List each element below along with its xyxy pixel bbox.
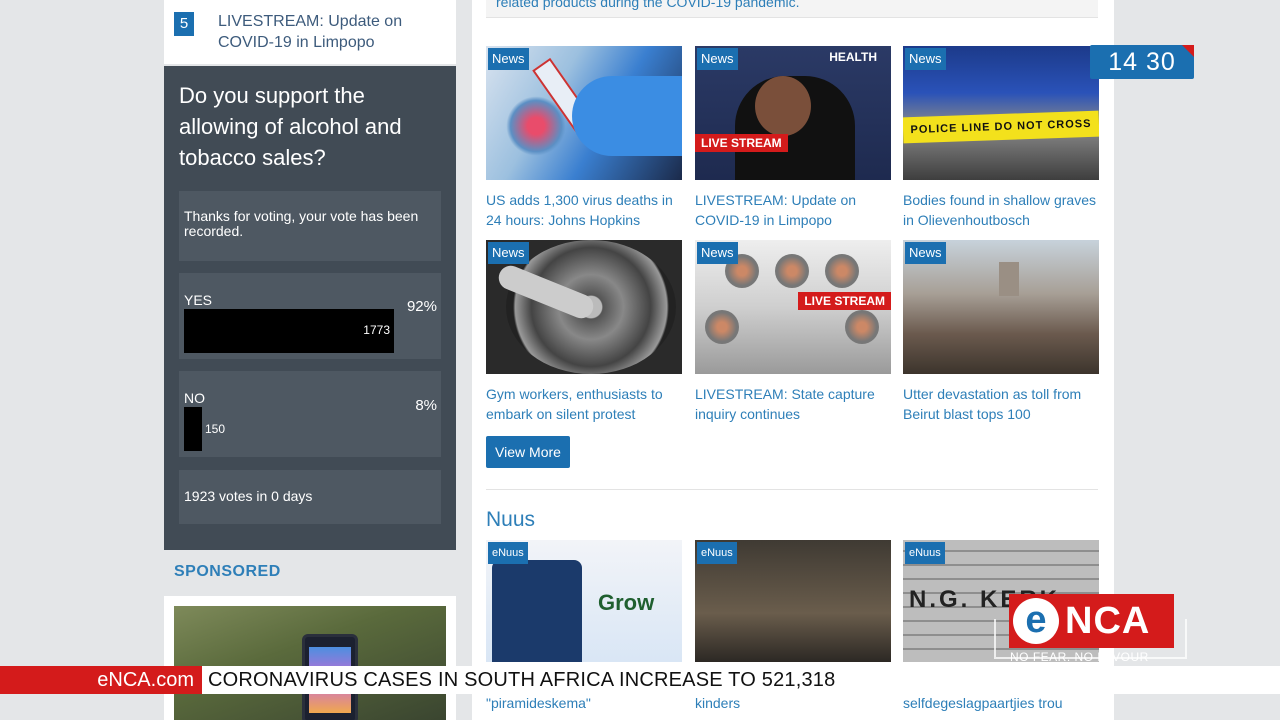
sponsored-image[interactable] [174,606,446,720]
live-stream-overlay: LIVE STREAM [695,134,788,152]
news-badge: News [905,242,946,264]
news-card[interactable]: HEALTH LIVE STREAM News LIVESTREAM: Upda… [695,46,891,230]
news-thumbnail[interactable]: HEALTH LIVE STREAM News [695,46,891,180]
news-headline[interactable]: LIVESTREAM: State capture inquiry contin… [695,384,891,424]
poll-option-percent: 92% [406,298,437,315]
logo-tagline: NO FEAR. NO FAVOUR [1010,650,1149,664]
poll-vote-count: 150 [205,422,226,436]
nuus-badge: eNuus [905,542,945,564]
nuus-headline[interactable]: kinders [695,695,740,711]
logo-nca: NCA [1065,600,1151,642]
poll-result-bar [184,407,202,451]
news-headline[interactable]: Gym workers, enthusiasts to embark on si… [486,384,682,424]
news-headline[interactable]: LIVESTREAM: Update on COVID-19 in Limpop… [695,190,891,230]
news-headline[interactable]: US adds 1,300 virus deaths in 24 hours: … [486,190,682,230]
nuus-section-heading: Nuus [486,508,536,531]
news-badge: News [697,242,738,264]
news-headline[interactable]: Utter devastation as toll from Beirut bl… [903,384,1099,424]
sponsored-card[interactable] [164,596,456,720]
broadcast-clock: 14 30 [1090,45,1194,79]
news-card[interactable]: News US adds 1,300 virus deaths in 24 ho… [486,46,682,230]
sponsored-heading: SPONSORED [174,563,281,580]
speaker-face [755,76,811,136]
news-card[interactable]: News Utter devastation as toll from Beir… [903,240,1099,424]
poll-question: Do you support the allowing of alcohol a… [179,83,402,170]
seal-icon [845,310,879,344]
nuus-card[interactable]: eNuus [695,540,891,662]
nuus-thumbnail[interactable]: eNuus [695,540,891,662]
live-stream-overlay: LIVE STREAM [798,292,891,310]
related-article-text[interactable]: related products during the COVID-19 pan… [486,0,1098,18]
poll-option-label: YES [184,292,213,308]
news-card[interactable]: POLICE LINE DO NOT CROSS News Bodies fou… [903,46,1099,230]
poll-option-no: NO 8% 150 [179,371,441,457]
news-thumbnail[interactable]: LIVE STREAM News [695,240,891,374]
news-card[interactable]: News Gym workers, enthusiasts to embark … [486,240,682,424]
poll-vote-count: 1773 [363,323,390,337]
glove-illustration [572,76,682,156]
view-more-button[interactable]: View More [486,436,570,468]
ticker-site-label: eNCA.com [0,666,202,694]
poll-option-yes: YES 92% 1773 [179,273,441,359]
ticker-headline: CORONAVIRUS CASES IN SOUTH AFRICA INCREA… [208,669,836,691]
news-thumbnail[interactable]: POLICE LINE DO NOT CROSS News [903,46,1099,180]
health-backdrop-text: HEALTH [829,50,877,64]
screen-illustration [492,560,582,662]
poll-thanks-message: Thanks for voting, your vote has been re… [179,191,441,261]
news-ticker: eNCA.com CORONAVIRUS CASES IN SOUTH AFRI… [0,666,1280,694]
poll-total-votes: 1923 votes in 0 days [179,470,441,524]
top-stories-item-5[interactable]: 5 LIVESTREAM: Update on COVID-19 in Limp… [164,0,456,64]
silo-illustration [999,262,1019,296]
poll-option-percent: 8% [415,397,437,414]
nuus-badge: eNuus [488,542,528,564]
poll-option-label: NO [184,390,205,406]
news-badge: News [488,48,529,70]
seal-icon [775,254,809,288]
section-divider [486,489,1098,490]
poll-widget: Do you support the allowing of alcohol a… [164,66,456,550]
nuus-badge: eNuus [697,542,737,564]
top-story-title[interactable]: LIVESTREAM: Update on COVID-19 in Limpop… [218,11,438,53]
news-headline[interactable]: Bodies found in shallow graves in Olieve… [903,190,1099,230]
seal-icon [825,254,859,288]
news-thumbnail[interactable]: News [486,240,682,374]
news-card[interactable]: LIVE STREAM News LIVESTREAM: State captu… [695,240,891,424]
enca-logo: e NCA [1009,594,1174,648]
news-badge: News [905,48,946,70]
seal-icon [705,310,739,344]
news-badge: News [697,48,738,70]
poll-result-bar: 1773 [184,309,394,353]
nuus-headline[interactable]: selfdegeslagpaartjies trou [903,695,1063,711]
grow-thumb-text: Grow [598,590,655,615]
rank-badge: 5 [174,12,194,36]
news-badge: News [488,242,529,264]
news-thumbnail[interactable]: News [486,46,682,180]
nuus-card[interactable]: Grow eNuus [486,540,682,662]
nuus-thumbnail[interactable]: Grow eNuus [486,540,682,662]
police-tape: POLICE LINE DO NOT CROSS [903,110,1099,144]
nuus-headline[interactable]: "piramideskema" [486,695,591,711]
logo-e: e [1013,598,1059,644]
news-thumbnail[interactable]: News [903,240,1099,374]
